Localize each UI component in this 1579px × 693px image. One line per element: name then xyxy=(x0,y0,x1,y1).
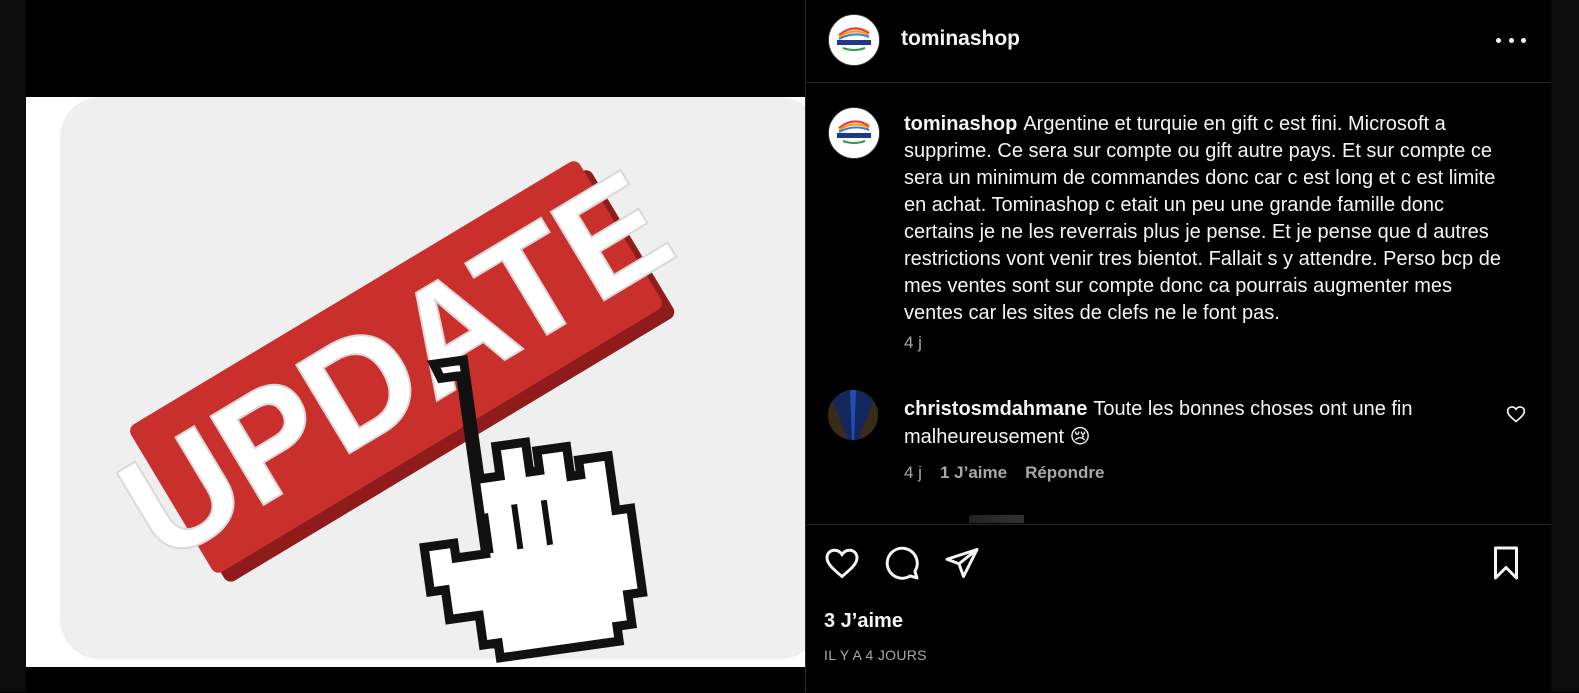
send-icon[interactable] xyxy=(944,545,980,581)
caption-author-avatar[interactable] xyxy=(828,107,880,159)
post-actions: 3 J’aime IL Y A 4 JOURS xyxy=(806,524,1551,693)
comment-likes-count[interactable]: 1 J’aime xyxy=(940,463,1007,483)
bookmark-icon[interactable] xyxy=(1488,545,1524,581)
likes-count[interactable]: 3 J’aime xyxy=(824,610,903,633)
commenter-avatar[interactable] xyxy=(828,390,878,440)
author-username[interactable]: tominashop xyxy=(901,27,1020,51)
dimmed-page-left xyxy=(0,0,26,692)
post-header: tominashop xyxy=(806,0,1551,83)
tominashop-logo-icon xyxy=(829,108,879,158)
reply-button[interactable]: Répondre xyxy=(1025,463,1104,483)
comment-icon[interactable] xyxy=(884,545,920,581)
caption-body: Argentine et turquie en gift c est fini.… xyxy=(904,113,1501,324)
comment-timestamp[interactable]: 4 j xyxy=(904,463,922,483)
commenter-username[interactable]: christosmdahmane xyxy=(904,398,1087,420)
caption-username[interactable]: tominashop xyxy=(904,113,1017,135)
more-options-icon[interactable] xyxy=(1496,30,1526,50)
update-illustration: UPDATE xyxy=(91,136,699,663)
canyon-photo-icon xyxy=(828,390,878,440)
post-sidebar: tominashop tominashop Argentine et turqui… xyxy=(805,0,1551,693)
post-date[interactable]: IL Y A 4 JOURS xyxy=(824,647,927,663)
heart-icon[interactable] xyxy=(824,545,860,581)
comment-meta: 4 j 1 J’aime Répondre xyxy=(904,463,1104,483)
author-avatar[interactable] xyxy=(828,14,880,66)
tominashop-logo-icon xyxy=(829,15,879,65)
post-media: UPDATE xyxy=(26,0,805,692)
post-image[interactable]: UPDATE xyxy=(26,97,805,667)
caption-text: tominashop Argentine et turquie en gift c… xyxy=(904,111,1504,327)
caption-timestamp[interactable]: 4 j xyxy=(904,333,922,353)
comment-heart-icon[interactable] xyxy=(1506,404,1526,424)
next-comment-peek xyxy=(904,513,1024,523)
comment-text: christosmdahmane Toute les bonnes choses … xyxy=(904,395,1464,451)
dimmed-page-right xyxy=(1550,0,1579,692)
